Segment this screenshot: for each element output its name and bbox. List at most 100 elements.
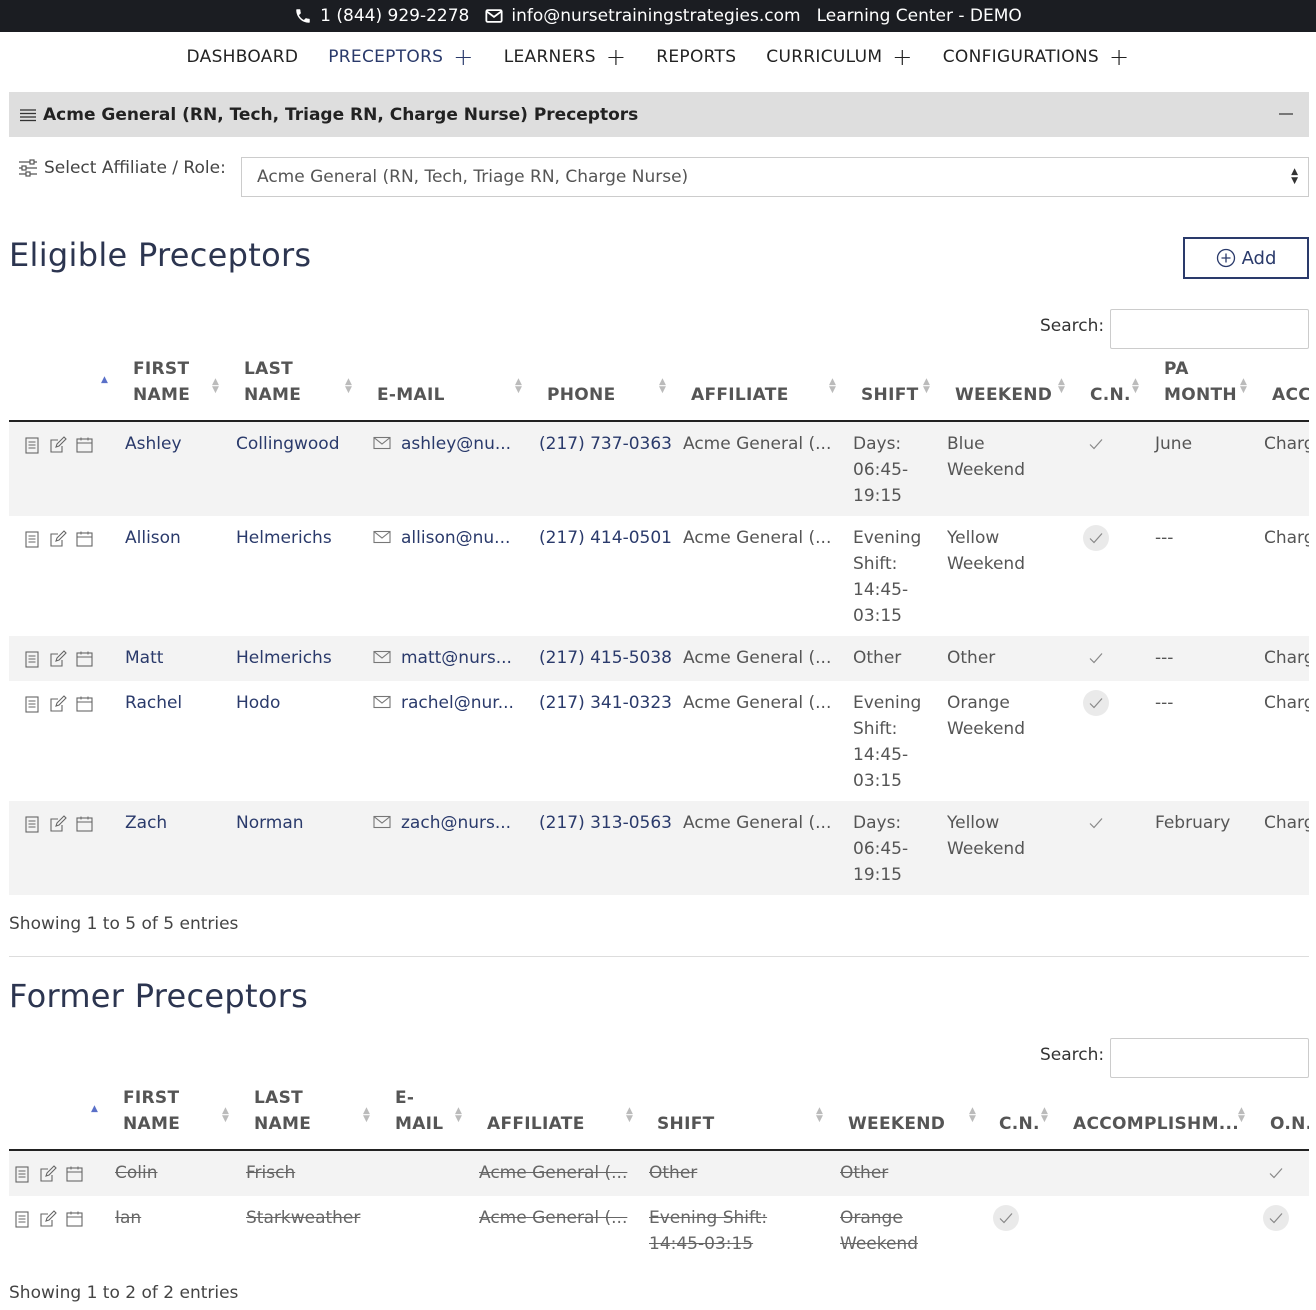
view-icon[interactable] xyxy=(9,1164,35,1184)
view-icon[interactable] xyxy=(19,814,45,834)
column-header[interactable]: AFFILIATE xyxy=(487,1111,585,1137)
last-name-link[interactable]: Collingwood xyxy=(236,431,340,457)
nav-item-reports[interactable]: REPORTS xyxy=(656,47,736,67)
sort-icon[interactable]: ▲ ▼ xyxy=(1041,1107,1048,1124)
calendar-icon[interactable] xyxy=(71,694,97,714)
plus-icon[interactable]: + xyxy=(606,45,626,69)
affiliate-select[interactable]: Acme General (RN, Tech, Triage RN, Charg… xyxy=(241,157,1309,197)
former-title: Former Preceptors xyxy=(9,977,309,1015)
phone-link[interactable]: (217) 737-0363 xyxy=(539,431,672,457)
calendar-icon[interactable] xyxy=(71,649,97,669)
sort-asc-icon[interactable]: ▲ xyxy=(91,1105,98,1114)
view-icon[interactable] xyxy=(19,435,45,455)
phone-link[interactable]: (217) 414-0501 xyxy=(539,525,672,551)
calendar-icon[interactable] xyxy=(71,814,97,834)
edit-icon[interactable] xyxy=(35,1164,61,1184)
phone-link[interactable]: (217) 415-5038 xyxy=(539,645,672,671)
sort-icon[interactable]: ▲ ▼ xyxy=(1238,1107,1245,1124)
sort-icon[interactable]: ▲ ▼ xyxy=(1058,378,1065,395)
affiliate-cell-text: Acme General (... xyxy=(683,813,832,833)
column-header[interactable]: AFFILIATE xyxy=(691,382,789,408)
view-icon[interactable] xyxy=(19,529,45,549)
column-header[interactable]: FIRST NAME xyxy=(133,356,190,408)
sort-asc-icon[interactable]: ▲ xyxy=(101,376,108,385)
edit-icon[interactable] xyxy=(45,435,71,455)
first-name-link[interactable]: Ashley xyxy=(125,431,182,457)
first-name-link[interactable]: Matt xyxy=(125,645,163,671)
last-name-link[interactable]: Norman xyxy=(236,810,304,836)
phone-link[interactable]: (217) 313-0563 xyxy=(539,810,672,836)
collapse-icon[interactable] xyxy=(1279,113,1293,115)
sort-icon[interactable]: ▲ ▼ xyxy=(626,1107,633,1124)
phone-link[interactable]: (217) 341-0323 xyxy=(539,690,672,716)
email-link[interactable]: zach@nurs... xyxy=(373,810,511,837)
column-header[interactable]: WEEKEND xyxy=(955,382,1052,408)
sort-icon[interactable]: ▲ ▼ xyxy=(455,1107,462,1124)
eligible-search-input[interactable] xyxy=(1110,309,1309,349)
nav-item-configurations[interactable]: CONFIGURATIONS + xyxy=(943,45,1130,69)
first-name-link[interactable]: Zach xyxy=(125,810,167,836)
plus-icon[interactable]: + xyxy=(892,45,912,69)
nav-item-curriculum[interactable]: CURRICULUM + xyxy=(766,45,912,69)
last-name-link[interactable]: Helmerichs xyxy=(236,525,332,551)
edit-icon[interactable] xyxy=(45,814,71,834)
nav-item-learners[interactable]: LEARNERS + xyxy=(504,45,627,69)
email-contact[interactable]: info@nursetrainingstrategies.com xyxy=(485,6,801,26)
view-icon[interactable] xyxy=(19,649,45,669)
view-icon[interactable] xyxy=(9,1209,35,1229)
former-search-input[interactable] xyxy=(1110,1038,1309,1078)
column-header[interactable]: PHONE xyxy=(547,382,615,408)
plus-icon[interactable]: + xyxy=(1109,45,1129,69)
sort-icon[interactable]: ▲ ▼ xyxy=(363,1107,370,1124)
envelope-icon xyxy=(373,649,391,669)
view-icon[interactable] xyxy=(19,694,45,714)
email-link[interactable]: rachel@nur... xyxy=(373,690,514,717)
nav-item-dashboard[interactable]: DASHBOARD xyxy=(187,47,299,67)
column-header[interactable]: WEEKEND xyxy=(848,1111,945,1137)
edit-icon[interactable] xyxy=(45,529,71,549)
email-link[interactable]: matt@nurs... xyxy=(373,645,512,672)
sort-icon[interactable]: ▲ ▼ xyxy=(816,1107,823,1124)
column-header[interactable]: PA MONTH xyxy=(1164,356,1237,408)
sort-icon[interactable]: ▲ ▼ xyxy=(923,378,930,395)
sort-icon[interactable]: ▲ ▼ xyxy=(212,378,219,395)
last-name-link[interactable]: Hodo xyxy=(236,690,280,716)
first-name-link[interactable]: Rachel xyxy=(125,690,182,716)
sort-icon[interactable]: ▲ ▼ xyxy=(345,378,352,395)
calendar-icon[interactable] xyxy=(71,435,97,455)
sort-icon[interactable]: ▲ ▼ xyxy=(659,378,666,395)
calendar-icon[interactable] xyxy=(61,1164,87,1184)
column-header[interactable]: LAST NAME xyxy=(254,1085,311,1137)
column-header[interactable]: ACC xyxy=(1272,382,1309,408)
email-link[interactable]: ashley@nu... xyxy=(373,431,511,458)
calendar-icon[interactable] xyxy=(61,1209,87,1229)
nav-item-preceptors[interactable]: PRECEPTORS + xyxy=(328,45,473,69)
column-header[interactable]: C.N. xyxy=(999,1111,1040,1137)
sort-icon[interactable]: ▲ ▼ xyxy=(829,378,836,395)
column-header[interactable]: ACCOMPLISHM... xyxy=(1073,1111,1239,1137)
column-header[interactable]: O.N. xyxy=(1270,1111,1309,1137)
edit-icon[interactable] xyxy=(35,1209,61,1229)
edit-icon[interactable] xyxy=(45,694,71,714)
plus-icon[interactable]: + xyxy=(453,45,473,69)
last-name-link[interactable]: Helmerichs xyxy=(236,645,332,671)
envelope-icon xyxy=(373,435,391,455)
column-header[interactable]: SHIFT xyxy=(657,1111,715,1137)
first-name-link[interactable]: Allison xyxy=(125,525,181,551)
sort-icon[interactable]: ▲ ▼ xyxy=(222,1107,229,1124)
add-button[interactable]: Add xyxy=(1183,237,1309,279)
sort-icon[interactable]: ▲ ▼ xyxy=(1132,378,1139,395)
calendar-icon[interactable] xyxy=(71,529,97,549)
column-header[interactable]: LAST NAME xyxy=(244,356,301,408)
column-header[interactable]: C.N. xyxy=(1090,382,1131,408)
column-header[interactable]: E- MAIL xyxy=(395,1085,443,1137)
edit-icon[interactable] xyxy=(45,649,71,669)
column-header[interactable]: SHIFT xyxy=(861,382,919,408)
email-link[interactable]: allison@nu... xyxy=(373,525,510,552)
column-header[interactable]: E-MAIL xyxy=(377,382,445,408)
sort-icon[interactable]: ▲ ▼ xyxy=(969,1107,976,1124)
column-header[interactable]: FIRST NAME xyxy=(123,1085,180,1137)
sort-icon[interactable]: ▲ ▼ xyxy=(515,378,522,395)
sort-icon[interactable]: ▲ ▼ xyxy=(1240,378,1247,395)
phone-contact[interactable]: 1 (844) 929-2278 xyxy=(294,6,469,26)
